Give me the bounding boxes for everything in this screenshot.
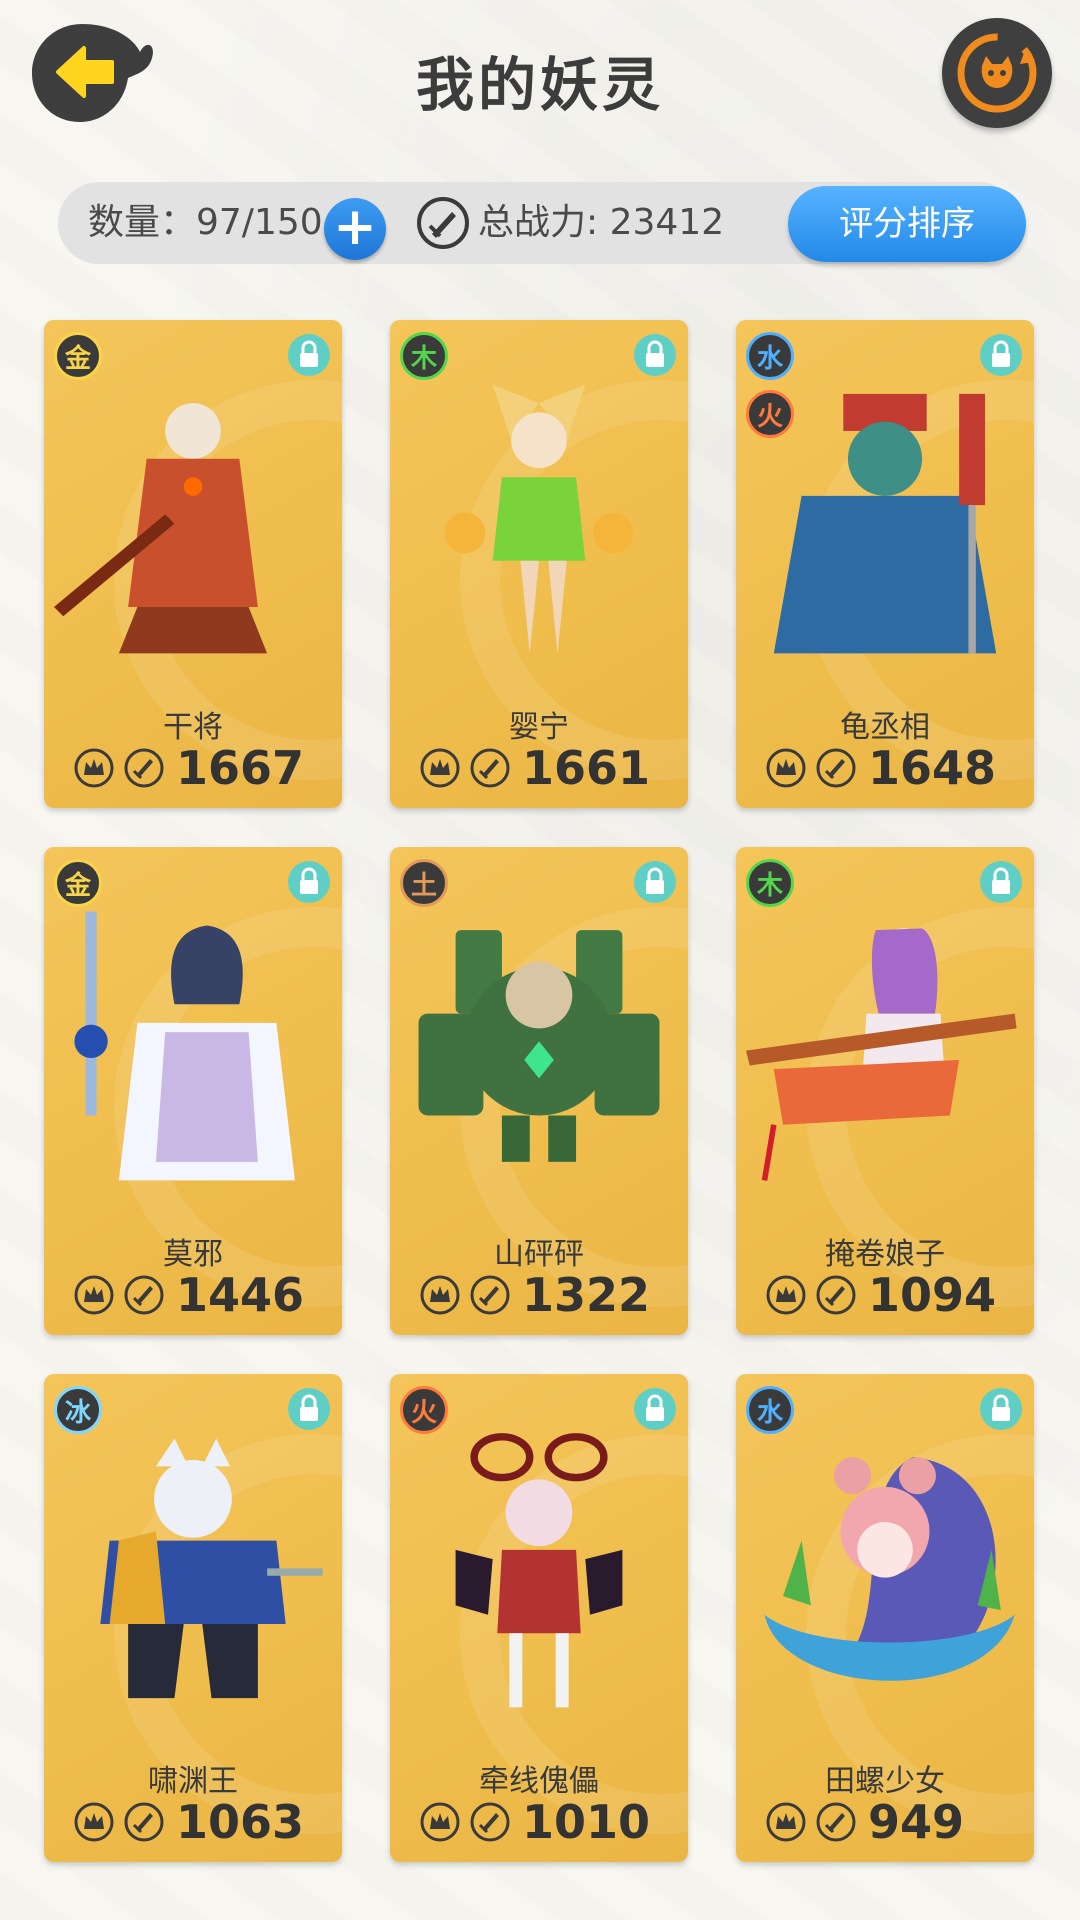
snail-girl-portrait bbox=[764, 1457, 1015, 1681]
sort-by-score-button[interactable]: 评分排序 bbox=[788, 186, 1026, 262]
spirit-stats: 1094 bbox=[766, 1267, 996, 1323]
spirit-card[interactable]: 冰啸渊王 1063 bbox=[44, 1374, 342, 1862]
crown-icon bbox=[766, 1275, 806, 1315]
sword-icon bbox=[470, 1275, 510, 1315]
refresh-button[interactable] bbox=[942, 18, 1052, 128]
crown-icon bbox=[74, 748, 114, 788]
crown-icon bbox=[74, 1275, 114, 1315]
spirit-power: 1648 bbox=[868, 741, 997, 795]
stats-bar: 数量：97/150 + 总战力: 23412 评分排序 bbox=[58, 182, 1026, 264]
sword-icon bbox=[470, 748, 510, 788]
combat-power-icon bbox=[417, 197, 469, 249]
crown-icon bbox=[74, 1802, 114, 1842]
spirit-stats: 1667 bbox=[74, 740, 304, 796]
turtle-minister-portrait bbox=[773, 393, 997, 654]
sword-icon bbox=[470, 1802, 510, 1842]
wolf-king-portrait bbox=[100, 1438, 323, 1699]
page-title: 我的妖灵 bbox=[415, 51, 664, 119]
sword-icon bbox=[124, 1802, 164, 1842]
sword-icon bbox=[816, 1275, 856, 1315]
add-capacity-button[interactable]: + bbox=[324, 198, 386, 260]
spirit-power: 1661 bbox=[522, 741, 651, 795]
puppet-girl-portrait bbox=[455, 1433, 623, 1708]
spirit-stats: 1648 bbox=[766, 740, 996, 796]
spirit-card[interactable]: 水火龟丞相 1648 bbox=[736, 320, 1034, 808]
spirit-stats: 1063 bbox=[74, 1794, 304, 1850]
spirit-stats: 1661 bbox=[420, 740, 650, 796]
sword-icon bbox=[124, 748, 164, 788]
total-power: 总战力: 23412 bbox=[478, 202, 725, 243]
sword-icon bbox=[124, 1275, 164, 1315]
spirit-stats: 1322 bbox=[420, 1267, 650, 1323]
sword-icon bbox=[816, 1802, 856, 1842]
spirit-power: 1667 bbox=[176, 741, 305, 795]
sword-maiden-portrait bbox=[74, 911, 295, 1181]
spirit-card[interactable]: 金莫邪 1446 bbox=[44, 847, 342, 1335]
spirit-card[interactable]: 木婴宁 1661 bbox=[390, 320, 688, 808]
refresh-cat-icon bbox=[957, 33, 1037, 113]
spirit-power: 1446 bbox=[176, 1268, 305, 1322]
spirit-stats: 1010 bbox=[420, 1794, 650, 1850]
spirit-card[interactable]: 水田螺少女 949 bbox=[736, 1374, 1034, 1862]
spirit-stats: 1446 bbox=[74, 1267, 304, 1323]
spirit-power: 1063 bbox=[176, 1795, 305, 1849]
crown-icon bbox=[766, 748, 806, 788]
spirit-power: 1322 bbox=[522, 1268, 651, 1322]
spirit-card[interactable]: 金干将 1667 bbox=[44, 320, 342, 808]
crown-icon bbox=[420, 748, 460, 788]
spirit-power: 1094 bbox=[868, 1268, 997, 1322]
rock-golem-portrait bbox=[418, 930, 660, 1162]
spirit-stats: 949 bbox=[766, 1794, 964, 1850]
scroll-lady-portrait bbox=[746, 928, 1017, 1181]
fox-girl-portrait bbox=[444, 384, 634, 654]
spirit-power: 1010 bbox=[522, 1795, 651, 1849]
crown-icon bbox=[766, 1802, 806, 1842]
spirit-card[interactable]: 土山砰砰 1322 bbox=[390, 847, 688, 1335]
crown-icon bbox=[420, 1275, 460, 1315]
spirit-power: 949 bbox=[868, 1795, 965, 1849]
spirit-card[interactable]: 木掩卷娘子 1094 bbox=[736, 847, 1034, 1335]
crown-icon bbox=[420, 1802, 460, 1842]
sword-icon bbox=[816, 748, 856, 788]
spirit-count: 数量：97/150 bbox=[88, 202, 323, 243]
spirit-card[interactable]: 火牵线傀儡 1010 bbox=[390, 1374, 688, 1862]
red-warrior-portrait bbox=[54, 403, 268, 654]
